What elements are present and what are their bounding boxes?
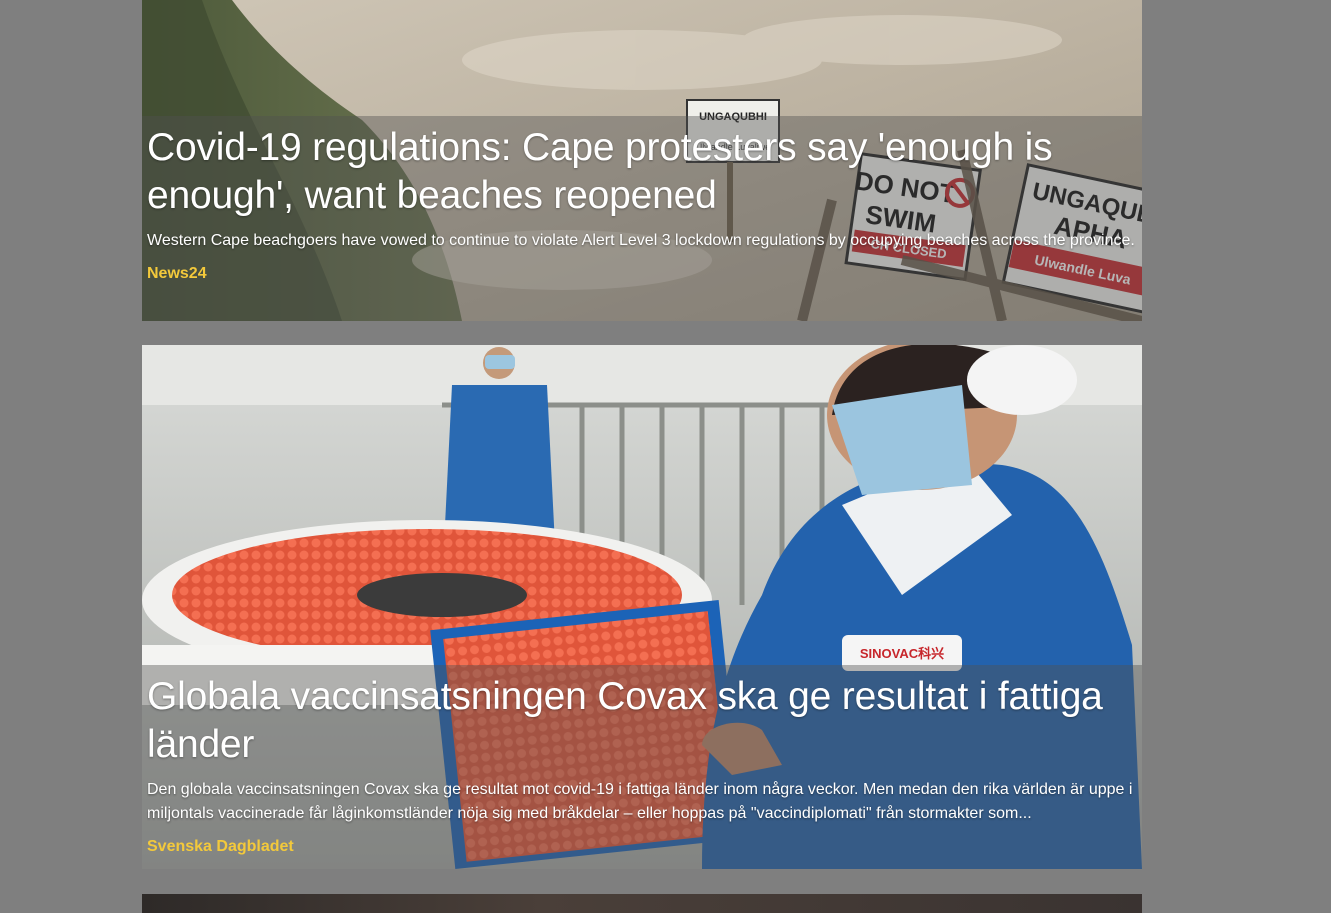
article-card[interactable] <box>142 894 1142 913</box>
article-text-panel: Covid-19 regulations: Cape protesters sa… <box>142 116 1142 321</box>
article-source[interactable]: Svenska Dagbladet <box>147 837 1137 869</box>
article-headline[interactable]: Globala vaccinsatsningen Covax ska ge re… <box>147 673 1137 769</box>
article-source[interactable]: News24 <box>147 264 1137 296</box>
article-image <box>142 894 1142 913</box>
article-card[interactable]: UNGAQUBHI Ulwandle Luvaliwe DO NOT SWIM … <box>142 0 1142 321</box>
article-text-panel: Globala vaccinsatsningen Covax ska ge re… <box>142 665 1142 869</box>
svg-text:SINOVAC科兴: SINOVAC科兴 <box>860 646 944 661</box>
article-headline[interactable]: Covid-19 regulations: Cape protesters sa… <box>147 124 1137 220</box>
article-summary: Den globala vaccinsatsningen Covax ska g… <box>147 781 1133 822</box>
article-card[interactable]: SINOVAC科兴 Globala vaccinsatsningen Covax… <box>142 345 1142 869</box>
article-summary: Western Cape beachgoers have vowed to co… <box>147 232 1135 249</box>
